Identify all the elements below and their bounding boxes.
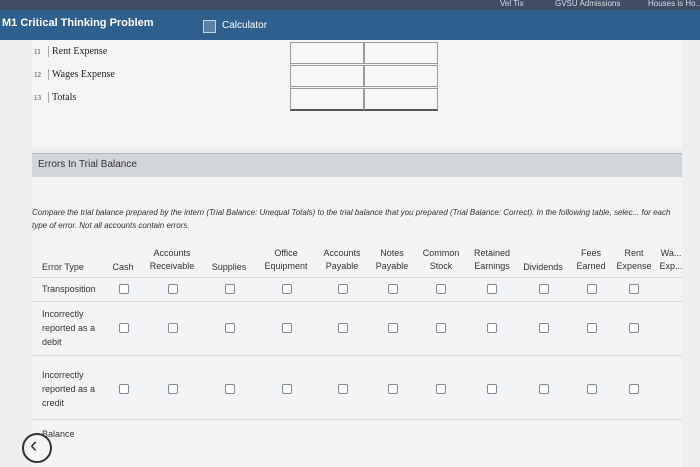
checkbox-transposition-notes-payable[interactable] — [388, 284, 398, 294]
checkbox-credit-accounts-receivable[interactable] — [168, 384, 178, 394]
checkbox-transposition-fees-earned[interactable] — [587, 284, 597, 294]
checkbox-debit-dividends[interactable] — [539, 323, 549, 333]
column-header-accounts-payable: Accounts Payable — [323, 248, 361, 271]
error-type-header: Error Type — [42, 262, 84, 272]
trial-balance-table: 11 Rent Expense 12 Wages Expense 13 Totals — [32, 40, 682, 148]
column-header-cash: Cash — [112, 262, 134, 272]
section-title: Errors In Trial Balance — [38, 159, 137, 170]
checkbox-debit-accounts-payable[interactable] — [338, 323, 348, 333]
column-header-retained-earnings: Retained Earnings — [473, 248, 511, 271]
row-label-incorrect-debit: Incorrectly reported as a debit — [42, 309, 96, 347]
checkbox-credit-notes-payable[interactable] — [388, 384, 398, 394]
checkbox-transposition-retained-earnings[interactable] — [487, 284, 497, 294]
checkbox-credit-accounts-payable[interactable] — [338, 384, 348, 394]
credit-cell[interactable] — [364, 65, 438, 87]
section-header: Errors In Trial Balance — [32, 153, 682, 178]
debit-total-cell[interactable] — [290, 88, 364, 111]
instructions-text: Compare the trial balance prepared by th… — [32, 208, 671, 230]
debit-cell[interactable] — [290, 65, 364, 87]
trial-balance-row: 11 Rent Expense — [34, 46, 108, 68]
trial-balance-row: 12 Wages Expense — [34, 69, 115, 91]
checkbox-credit-office-equipment[interactable] — [282, 384, 292, 394]
checkbox-transposition-accounts-receivable[interactable] — [168, 284, 178, 294]
row-number: 13 — [34, 94, 41, 102]
column-header-office-equipment: Office Equipment — [264, 248, 308, 271]
checkbox-credit-fees-earned[interactable] — [587, 384, 597, 394]
collapse-toggle-button[interactable]: ‹ — [22, 432, 52, 463]
column-header-dividends: Dividends — [523, 262, 563, 272]
checkbox-credit-retained-earnings[interactable] — [487, 384, 497, 394]
column-header-fees-earned: Fees Earned — [576, 248, 606, 271]
checkbox-debit-accounts-receivable[interactable] — [168, 323, 178, 333]
credit-total-cell[interactable] — [364, 88, 438, 111]
debit-cell[interactable] — [290, 42, 364, 64]
checkbox-debit-office-equipment[interactable] — [282, 323, 292, 333]
bookmark-link[interactable]: Vel Tix — [500, 0, 524, 8]
column-header-notes-payable: Notes Payable — [375, 248, 409, 271]
checkbox-transposition-supplies[interactable] — [225, 284, 235, 294]
checkbox-credit-cash[interactable] — [119, 384, 129, 394]
bookmark-link[interactable]: Houses is Ho... — [648, 0, 700, 8]
checkbox-debit-cash[interactable] — [119, 323, 129, 333]
checkbox-debit-fees-earned[interactable] — [587, 323, 597, 333]
column-header-rent-expense: Rent Expense — [616, 248, 652, 271]
checkbox-debit-notes-payable[interactable] — [388, 323, 398, 333]
errors-table: Compare the trial balance prepared by th… — [22, 177, 683, 467]
row-divider — [32, 355, 682, 356]
checkbox-credit-rent-expense[interactable] — [629, 384, 639, 394]
column-header-accounts-receivable: Accounts Receivable — [149, 248, 195, 271]
row-label-transposition: Transposition — [42, 284, 96, 294]
row-number: 11 — [34, 48, 41, 56]
app-header: M1 Critical Thinking Problem Calculator — [0, 10, 700, 40]
browser-bookmarks-bar: Vel Tix GVSU Admissions Houses is Ho... — [0, 0, 700, 10]
row-divider — [32, 277, 682, 278]
checkbox-credit-dividends[interactable] — [539, 384, 549, 394]
row-divider — [32, 301, 682, 302]
checkbox-credit-common-stock[interactable] — [436, 384, 446, 394]
checkbox-transposition-rent-expense[interactable] — [629, 284, 639, 294]
column-header-supplies: Supplies — [211, 262, 247, 272]
account-label: Totals — [48, 92, 77, 103]
row-label-incorrect-credit: Incorrectly reported as a credit — [42, 370, 96, 408]
checkbox-transposition-common-stock[interactable] — [436, 284, 446, 294]
column-header-common-stock: Common Stock — [422, 248, 460, 271]
chevron-left-icon: ‹ — [30, 432, 38, 457]
column-header-wages-expense: Wa... Exp... — [659, 248, 683, 271]
checkbox-transposition-office-equipment[interactable] — [282, 284, 292, 294]
checkbox-credit-supplies[interactable] — [225, 384, 235, 394]
page-title: M1 Critical Thinking Problem — [2, 17, 154, 29]
checkbox-transposition-cash[interactable] — [119, 284, 129, 294]
checkbox-debit-supplies[interactable] — [225, 323, 235, 333]
account-label: Wages Expense — [48, 69, 115, 80]
checkbox-debit-common-stock[interactable] — [436, 323, 446, 333]
account-label: Rent Expense — [48, 46, 108, 57]
bookmark-link[interactable]: GVSU Admissions — [555, 0, 620, 8]
checkbox-debit-rent-expense[interactable] — [629, 323, 639, 333]
trial-balance-row: 13 Totals — [34, 92, 77, 114]
calculator-button[interactable]: Calculator — [222, 20, 267, 31]
checkbox-transposition-dividends[interactable] — [539, 284, 549, 294]
credit-cell[interactable] — [364, 42, 438, 64]
row-divider — [32, 419, 682, 420]
checkbox-transposition-accounts-payable[interactable] — [338, 284, 348, 294]
checkbox-debit-retained-earnings[interactable] — [487, 323, 497, 333]
calculator-icon[interactable] — [203, 20, 216, 33]
row-number: 12 — [34, 71, 41, 79]
